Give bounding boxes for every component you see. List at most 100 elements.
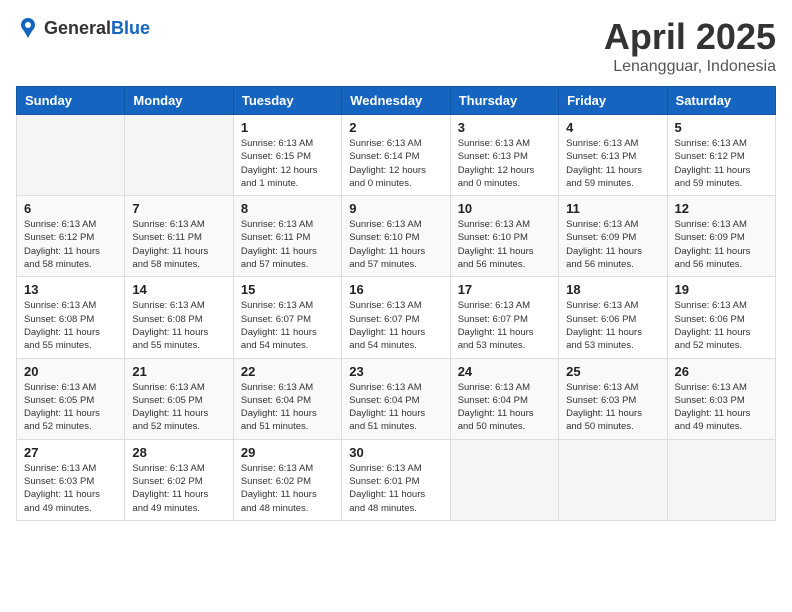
calendar-day-cell: 4 Sunrise: 6:13 AM Sunset: 6:13 PM Daylig…	[559, 115, 667, 196]
day-number: 14	[132, 282, 225, 297]
calendar-day-cell: 3 Sunrise: 6:13 AM Sunset: 6:13 PM Daylig…	[450, 115, 558, 196]
calendar-day-cell: 29 Sunrise: 6:13 AM Sunset: 6:02 PM Dayli…	[233, 439, 341, 520]
day-number: 9	[349, 201, 442, 216]
logo-blue-text: Blue	[111, 18, 150, 38]
day-number: 13	[24, 282, 117, 297]
logo: GeneralBlue	[16, 16, 150, 40]
calendar-day-cell	[125, 115, 233, 196]
day-number: 21	[132, 364, 225, 379]
day-info: Sunrise: 6:13 AM Sunset: 6:07 PM Dayligh…	[349, 299, 442, 352]
day-of-week-header: Tuesday	[233, 87, 341, 115]
day-info: Sunrise: 6:13 AM Sunset: 6:05 PM Dayligh…	[24, 381, 117, 434]
day-number: 19	[675, 282, 768, 297]
calendar-day-cell	[559, 439, 667, 520]
day-number: 29	[241, 445, 334, 460]
day-info: Sunrise: 6:13 AM Sunset: 6:01 PM Dayligh…	[349, 462, 442, 515]
day-number: 8	[241, 201, 334, 216]
day-number: 4	[566, 120, 659, 135]
day-info: Sunrise: 6:13 AM Sunset: 6:10 PM Dayligh…	[458, 218, 551, 271]
calendar-body: 1 Sunrise: 6:13 AM Sunset: 6:15 PM Daylig…	[17, 115, 776, 521]
day-number: 25	[566, 364, 659, 379]
calendar-day-cell: 30 Sunrise: 6:13 AM Sunset: 6:01 PM Dayli…	[342, 439, 450, 520]
day-info: Sunrise: 6:13 AM Sunset: 6:12 PM Dayligh…	[675, 137, 768, 190]
day-of-week-header: Sunday	[17, 87, 125, 115]
calendar-day-cell: 28 Sunrise: 6:13 AM Sunset: 6:02 PM Dayli…	[125, 439, 233, 520]
day-info: Sunrise: 6:13 AM Sunset: 6:04 PM Dayligh…	[349, 381, 442, 434]
day-of-week-header: Friday	[559, 87, 667, 115]
day-info: Sunrise: 6:13 AM Sunset: 6:10 PM Dayligh…	[349, 218, 442, 271]
day-number: 6	[24, 201, 117, 216]
day-number: 10	[458, 201, 551, 216]
day-number: 26	[675, 364, 768, 379]
day-number: 30	[349, 445, 442, 460]
day-info: Sunrise: 6:13 AM Sunset: 6:14 PM Dayligh…	[349, 137, 442, 190]
day-info: Sunrise: 6:13 AM Sunset: 6:11 PM Dayligh…	[132, 218, 225, 271]
calendar-day-cell: 1 Sunrise: 6:13 AM Sunset: 6:15 PM Daylig…	[233, 115, 341, 196]
day-info: Sunrise: 6:13 AM Sunset: 6:09 PM Dayligh…	[675, 218, 768, 271]
day-info: Sunrise: 6:13 AM Sunset: 6:05 PM Dayligh…	[132, 381, 225, 434]
day-number: 16	[349, 282, 442, 297]
day-info: Sunrise: 6:13 AM Sunset: 6:07 PM Dayligh…	[241, 299, 334, 352]
calendar-week-row: 1 Sunrise: 6:13 AM Sunset: 6:15 PM Daylig…	[17, 115, 776, 196]
calendar-day-cell: 2 Sunrise: 6:13 AM Sunset: 6:14 PM Daylig…	[342, 115, 450, 196]
calendar-day-cell: 21 Sunrise: 6:13 AM Sunset: 6:05 PM Dayli…	[125, 358, 233, 439]
day-info: Sunrise: 6:13 AM Sunset: 6:13 PM Dayligh…	[566, 137, 659, 190]
day-number: 23	[349, 364, 442, 379]
calendar-day-cell: 25 Sunrise: 6:13 AM Sunset: 6:03 PM Dayli…	[559, 358, 667, 439]
day-info: Sunrise: 6:13 AM Sunset: 6:11 PM Dayligh…	[241, 218, 334, 271]
day-number: 7	[132, 201, 225, 216]
day-info: Sunrise: 6:13 AM Sunset: 6:09 PM Dayligh…	[566, 218, 659, 271]
calendar-day-cell: 16 Sunrise: 6:13 AM Sunset: 6:07 PM Dayli…	[342, 277, 450, 358]
day-number: 28	[132, 445, 225, 460]
day-number: 27	[24, 445, 117, 460]
calendar-day-cell: 8 Sunrise: 6:13 AM Sunset: 6:11 PM Daylig…	[233, 196, 341, 277]
day-number: 18	[566, 282, 659, 297]
calendar-day-cell	[17, 115, 125, 196]
day-of-week-header: Monday	[125, 87, 233, 115]
calendar-day-cell: 11 Sunrise: 6:13 AM Sunset: 6:09 PM Dayli…	[559, 196, 667, 277]
title-area: April 2025 Lenangguar, Indonesia	[604, 16, 776, 76]
calendar-day-cell: 15 Sunrise: 6:13 AM Sunset: 6:07 PM Dayli…	[233, 277, 341, 358]
logo-icon	[16, 16, 40, 40]
day-number: 20	[24, 364, 117, 379]
calendar-day-cell: 22Sunrise: 6:13 AM Sunset: 6:04 PM Dayli…	[233, 358, 341, 439]
day-info: Sunrise: 6:13 AM Sunset: 6:12 PM Dayligh…	[24, 218, 117, 271]
calendar-day-cell: 27Sunrise: 6:13 AM Sunset: 6:03 PM Dayli…	[17, 439, 125, 520]
calendar-day-cell: 10 Sunrise: 6:13 AM Sunset: 6:10 PM Dayli…	[450, 196, 558, 277]
day-info: Sunrise: 6:13 AM Sunset: 6:15 PM Dayligh…	[241, 137, 334, 190]
day-number: 15	[241, 282, 334, 297]
calendar-day-cell: 20 Sunrise: 6:13 AM Sunset: 6:05 PM Dayli…	[17, 358, 125, 439]
calendar-table: SundayMondayTuesdayWednesdayThursdayFrid…	[16, 86, 776, 521]
day-info: Sunrise: 6:13 AM Sunset: 6:13 PM Dayligh…	[458, 137, 551, 190]
day-of-week-header: Wednesday	[342, 87, 450, 115]
calendar-header-row: SundayMondayTuesdayWednesdayThursdayFrid…	[17, 87, 776, 115]
day-of-week-header: Thursday	[450, 87, 558, 115]
calendar-day-cell: 7 Sunrise: 6:13 AM Sunset: 6:11 PM Daylig…	[125, 196, 233, 277]
day-number: 5	[675, 120, 768, 135]
calendar-day-cell: 12Sunrise: 6:13 AM Sunset: 6:09 PM Dayli…	[667, 196, 775, 277]
day-info: Sunrise: 6:13 AM Sunset: 6:04 PM Dayligh…	[241, 381, 334, 434]
calendar-day-cell: 17 Sunrise: 6:13 AM Sunset: 6:07 PM Dayli…	[450, 277, 558, 358]
day-number: 17	[458, 282, 551, 297]
day-info: Sunrise: 6:13 AM Sunset: 6:03 PM Dayligh…	[675, 381, 768, 434]
day-number: 3	[458, 120, 551, 135]
day-number: 2	[349, 120, 442, 135]
calendar-week-row: 20 Sunrise: 6:13 AM Sunset: 6:05 PM Dayli…	[17, 358, 776, 439]
calendar-day-cell: 14 Sunrise: 6:13 AM Sunset: 6:08 PM Dayli…	[125, 277, 233, 358]
day-info: Sunrise: 6:13 AM Sunset: 6:07 PM Dayligh…	[458, 299, 551, 352]
day-info: Sunrise: 6:13 AM Sunset: 6:08 PM Dayligh…	[132, 299, 225, 352]
calendar-week-row: 6 Sunrise: 6:13 AM Sunset: 6:12 PM Daylig…	[17, 196, 776, 277]
day-of-week-header: Saturday	[667, 87, 775, 115]
day-info: Sunrise: 6:13 AM Sunset: 6:02 PM Dayligh…	[241, 462, 334, 515]
day-info: Sunrise: 6:13 AM Sunset: 6:03 PM Dayligh…	[566, 381, 659, 434]
calendar-day-cell: 26 Sunrise: 6:13 AM Sunset: 6:03 PM Dayli…	[667, 358, 775, 439]
day-number: 11	[566, 201, 659, 216]
calendar-week-row: 13 Sunrise: 6:13 AM Sunset: 6:08 PM Dayli…	[17, 277, 776, 358]
day-info: Sunrise: 6:13 AM Sunset: 6:02 PM Dayligh…	[132, 462, 225, 515]
calendar-day-cell: 6 Sunrise: 6:13 AM Sunset: 6:12 PM Daylig…	[17, 196, 125, 277]
day-info: Sunrise: 6:13 AM Sunset: 6:08 PM Dayligh…	[24, 299, 117, 352]
month-year-title: April 2025	[604, 16, 776, 58]
day-number: 1	[241, 120, 334, 135]
logo-general-text: General	[44, 18, 111, 38]
header: GeneralBlue April 2025 Lenangguar, Indon…	[16, 16, 776, 76]
